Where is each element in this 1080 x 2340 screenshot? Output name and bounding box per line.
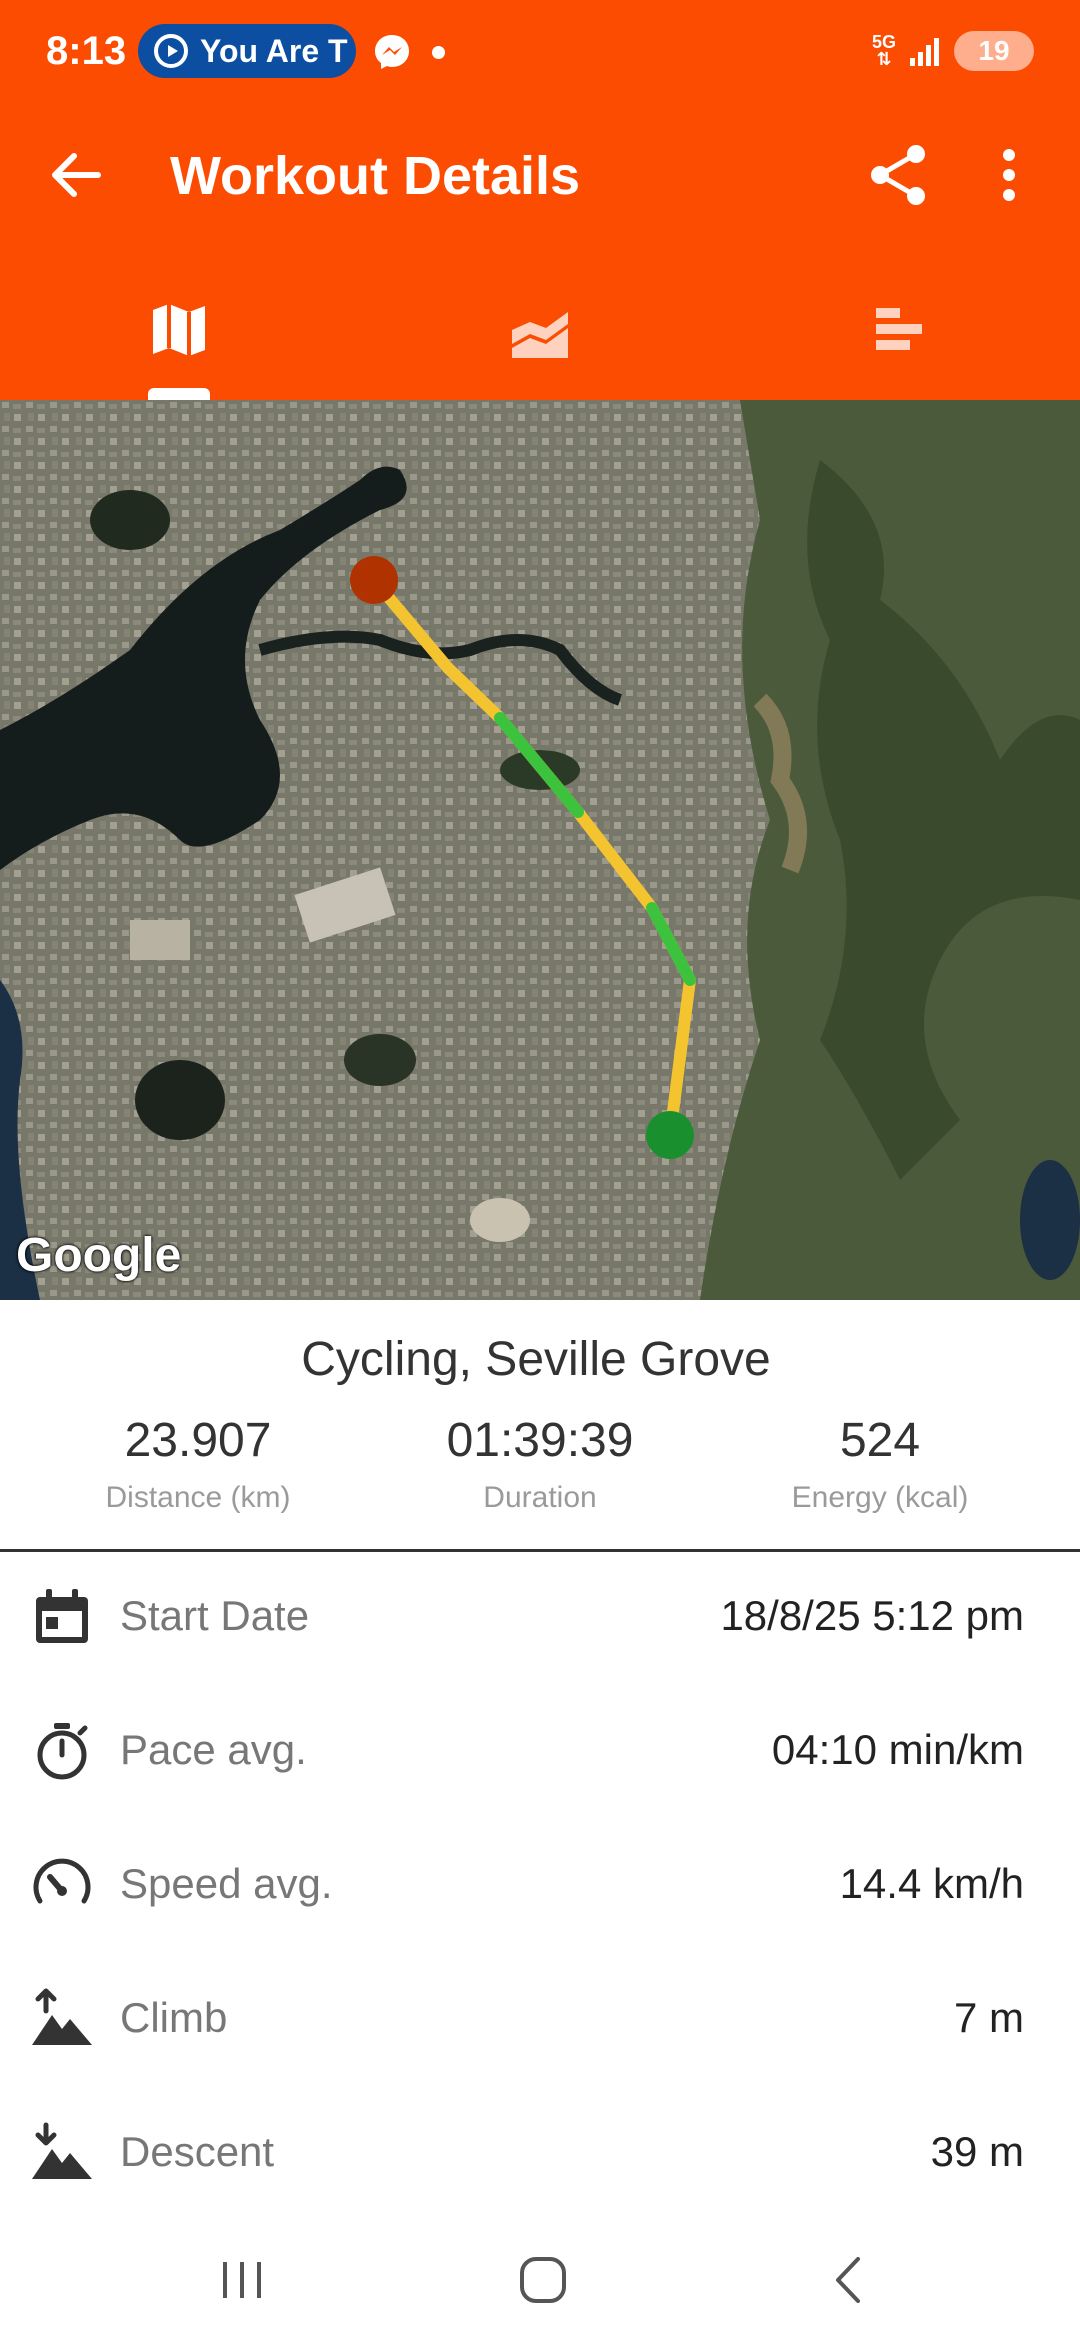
stat-energy-label: Energy (kcal)	[791, 1481, 969, 1514]
satellite-map	[0, 400, 1080, 1300]
detail-row-start-date: Start Date 18/8/25 5:12 pm	[0, 1548, 1080, 1682]
map-icon	[153, 304, 205, 356]
detail-row-pace: Pace avg. 04:10 min/km	[0, 1682, 1080, 1816]
arrow-back-icon[interactable]	[42, 140, 112, 210]
more-vertical-icon[interactable]	[984, 140, 1034, 210]
speedometer-icon	[33, 1858, 91, 1904]
stat-duration: 01:39:39 Duration	[360, 1412, 720, 1518]
media-pill[interactable]: You Are T	[138, 24, 356, 78]
signal-icon	[910, 38, 939, 66]
back-icon	[836, 2257, 860, 2303]
descent-icon	[32, 2122, 92, 2179]
detail-label: Pace avg.	[120, 1726, 307, 1773]
page-title: Workout Details	[170, 146, 581, 206]
area-chart-icon	[512, 312, 568, 358]
detail-row-descent: Descent 39 m	[0, 2084, 1080, 2218]
tab-charts[interactable]	[490, 290, 590, 370]
home-button[interactable]	[503, 2240, 583, 2320]
stat-energy: 524 Energy (kcal)	[700, 1412, 1060, 1518]
map-view[interactable]: Google	[0, 400, 1080, 1300]
share-icon[interactable]	[864, 140, 934, 210]
home-icon	[520, 2257, 566, 2303]
back-button[interactable]	[808, 2240, 888, 2320]
stat-duration-value: 01:39:39	[446, 1414, 634, 1467]
media-play-icon	[154, 34, 188, 68]
battery-level: 19	[978, 35, 1010, 66]
detail-label: Climb	[120, 1994, 228, 2041]
5g-icon: 5G ⇅	[871, 32, 896, 69]
detail-row-speed: Speed avg. 14.4 km/h	[0, 1816, 1080, 1950]
messenger-icon	[375, 35, 409, 69]
workout-title: Cycling, Seville Grove	[301, 1333, 771, 1386]
detail-value: 39 m	[930, 2128, 1024, 2175]
detail-label: Start Date	[120, 1592, 310, 1639]
detail-value: 7 m	[953, 1994, 1024, 2041]
stat-energy-value: 524	[839, 1414, 921, 1467]
detail-label: Speed avg.	[120, 1860, 333, 1907]
status-time: 8:13	[46, 29, 127, 73]
bar-list-icon	[876, 308, 922, 350]
stat-distance: 23.907 Distance (km)	[18, 1412, 378, 1518]
stat-duration-label: Duration	[483, 1481, 597, 1514]
google-attribution: Google	[16, 1229, 182, 1282]
calendar-icon	[36, 1589, 88, 1643]
detail-row-climb: Climb 7 m	[0, 1950, 1080, 2084]
tab-indicator	[148, 388, 210, 400]
stat-distance-label: Distance (km)	[105, 1481, 291, 1514]
media-pill-text: You Are T	[200, 32, 348, 69]
climb-icon	[32, 1988, 92, 2045]
tab-map[interactable]	[129, 290, 229, 370]
detail-value: 18/8/25 5:12 pm	[720, 1592, 1024, 1639]
battery-icon: 19	[954, 31, 1034, 71]
detail-label: Descent	[120, 2128, 275, 2175]
detail-value: 14.4 km/h	[839, 1860, 1024, 1907]
stat-distance-value: 23.907	[124, 1414, 272, 1467]
route-start-marker	[646, 1111, 694, 1159]
route-end-marker	[350, 556, 398, 604]
status-right: 5G ⇅ 19	[872, 26, 1034, 76]
app-bar: 8:13 You Are T 5G ⇅ 19 Workout Details	[0, 0, 1080, 400]
recent-apps-icon	[223, 2262, 261, 2298]
detail-value: 04:10 min/km	[771, 1726, 1024, 1773]
notification-dot	[432, 46, 445, 59]
stopwatch-icon	[37, 1723, 88, 1780]
recent-apps-button[interactable]	[202, 2240, 282, 2320]
tab-stats[interactable]	[850, 290, 950, 370]
system-nav-bar	[0, 2220, 1080, 2340]
